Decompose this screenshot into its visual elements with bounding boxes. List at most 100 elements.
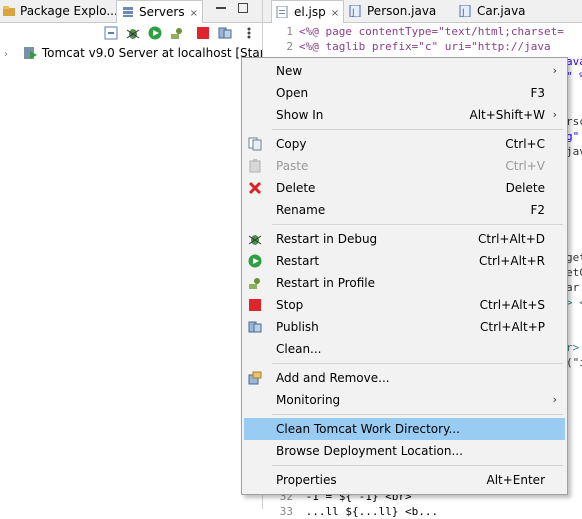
close-icon[interactable]: × (190, 8, 198, 19)
menu-item-monitoring[interactable]: Monitoring › (242, 389, 567, 411)
submenu-arrow-icon: › (552, 64, 557, 77)
menu-item-stop[interactable]: Stop Ctrl+Alt+S (242, 294, 567, 316)
menu-accelerator: Ctrl+Alt+R (478, 254, 545, 268)
code-fragment: > < (566, 296, 582, 309)
code-fragment: ar. (566, 281, 582, 294)
menu-item-paste[interactable]: Paste Ctrl+V (242, 155, 567, 177)
tab-label: Servers (139, 5, 185, 19)
debug-icon[interactable] (126, 26, 140, 40)
code-fragments: r> ("i (566, 340, 582, 370)
minimize-icon[interactable] (216, 7, 226, 9)
menu-accelerator: Ctrl+Alt+D (478, 232, 545, 246)
menu-item-clean-tomcat-work-directory[interactable]: Clean Tomcat Work Directory... (244, 418, 565, 440)
tab-servers[interactable]: Servers × (116, 0, 203, 23)
code-fragment: rsc (566, 115, 582, 128)
menu-label: Clean Tomcat Work Directory... (276, 422, 460, 436)
left-tab-bar: Package Explo... Servers × (0, 0, 262, 23)
code-line[interactable]: 2 <%@ taglib prefix="c" uri="http://java (263, 39, 551, 54)
menu-item-publish[interactable]: Publish Ctrl+Alt+P (242, 316, 567, 338)
menu-item-restart-in-debug[interactable]: Restart in Debug Ctrl+Alt+D (242, 228, 567, 250)
menu-label: Restart (276, 254, 320, 268)
menu-accelerator: Ctrl+V (505, 159, 545, 173)
menu-label: Publish (276, 320, 319, 334)
server-icon (22, 46, 38, 60)
menu-item-new[interactable]: New › (242, 60, 567, 82)
close-icon[interactable]: × (331, 8, 339, 19)
java-file-icon: J (349, 2, 363, 18)
code-fragments: ava " % (566, 54, 582, 84)
menu-item-copy[interactable]: Copy Ctrl+C (242, 133, 567, 155)
add-remove-icon (248, 371, 262, 385)
publish-icon[interactable] (218, 26, 232, 40)
menu-label: Add and Remove... (276, 371, 390, 385)
menu-label: New (276, 64, 303, 78)
code-fragment: g" (566, 130, 580, 143)
menu-item-restart[interactable]: Restart Ctrl+Alt+R (242, 250, 567, 272)
code-fragment: ("i (566, 356, 582, 369)
code-text: ...ll ${...ll} <b... (299, 505, 439, 518)
context-menu: New › Open F3 Show In Alt+Shift+W › Copy… (241, 57, 568, 495)
view-menu-icon[interactable] (242, 26, 256, 40)
code-fragments: get etC ar. > < (566, 250, 582, 310)
servers-view (0, 0, 263, 509)
menu-accelerator: F3 (530, 86, 545, 100)
menu-accelerator: Delete (505, 181, 545, 195)
line-number: 1 (286, 25, 293, 38)
code-fragment: " % (566, 70, 582, 83)
menu-label: Properties (276, 473, 337, 487)
menu-item-rename[interactable]: Rename F2 (242, 199, 567, 221)
menu-label: Monitoring (276, 393, 341, 407)
menu-label: Open (276, 86, 309, 100)
menu-label: Stop (276, 298, 304, 312)
menu-item-delete[interactable]: Delete Delete (242, 177, 567, 199)
profile-icon (248, 276, 262, 290)
menu-label: Copy (276, 137, 307, 151)
menu-item-restart-in-profile[interactable]: Restart in Profile (242, 272, 567, 294)
menu-separator (272, 363, 563, 364)
paste-icon (248, 159, 262, 173)
menu-separator (272, 129, 563, 130)
collapse-icon[interactable] (104, 26, 118, 40)
menu-item-open[interactable]: Open F3 (242, 82, 567, 104)
menu-label: Restart in Profile (276, 276, 376, 290)
menu-item-clean[interactable]: Clean... (242, 338, 567, 360)
menu-item-properties[interactable]: Properties Alt+Enter (242, 469, 567, 491)
server-tree-item[interactable]: › Tomcat v9.0 Server at localhost [Start… (0, 44, 262, 62)
tab-package-explorer[interactable]: Package Explo... (2, 0, 118, 22)
menu-label: Rename (276, 203, 326, 217)
stop-icon[interactable] (196, 26, 210, 40)
menu-item-show-in[interactable]: Show In Alt+Shift+W › (242, 104, 567, 126)
code-line[interactable]: 1 <%@ page contentType="text/html;charset… (263, 24, 564, 39)
code-fragment: etC (566, 266, 582, 279)
delete-icon (248, 181, 262, 195)
code-fragment: ava (566, 55, 582, 68)
tab-label: Car.java (477, 4, 526, 18)
code-fragments: rsc g" jav (566, 114, 582, 159)
svg-text:J: J (461, 8, 465, 17)
profile-icon[interactable] (170, 26, 184, 40)
code-line[interactable]: 33 ...ll ${...ll} <b... (263, 504, 438, 519)
menu-separator (272, 465, 563, 466)
java-file-icon: J (459, 2, 473, 18)
restart-icon (248, 254, 262, 268)
menu-item-browse-deployment-location[interactable]: Browse Deployment Location... (242, 440, 567, 462)
tab-person-java[interactable]: J Person.java (349, 0, 436, 22)
code-text: <%@ taglib prefix="c" uri="http://java (299, 40, 551, 53)
editor-tab-bar: el.jsp × J Person.java J Car.java (263, 0, 582, 23)
debug-icon (248, 232, 262, 246)
maximize-icon[interactable] (238, 3, 248, 13)
submenu-arrow-icon: › (552, 393, 557, 406)
copy-icon (248, 137, 262, 151)
menu-item-add-and-remove[interactable]: Add and Remove... (242, 367, 567, 389)
tab-label: Person.java (367, 4, 437, 18)
servers-toolbar (0, 23, 262, 43)
expand-arrow-icon[interactable]: › (0, 46, 18, 62)
stop-icon (248, 298, 262, 312)
menu-label: Paste (276, 159, 309, 173)
start-icon[interactable] (148, 26, 162, 40)
menu-accelerator: F2 (530, 203, 545, 217)
tab-car-java[interactable]: J Car.java (459, 0, 526, 22)
menu-separator (272, 414, 563, 415)
menu-separator (272, 224, 563, 225)
tab-el-jsp[interactable]: el.jsp × (271, 0, 345, 23)
